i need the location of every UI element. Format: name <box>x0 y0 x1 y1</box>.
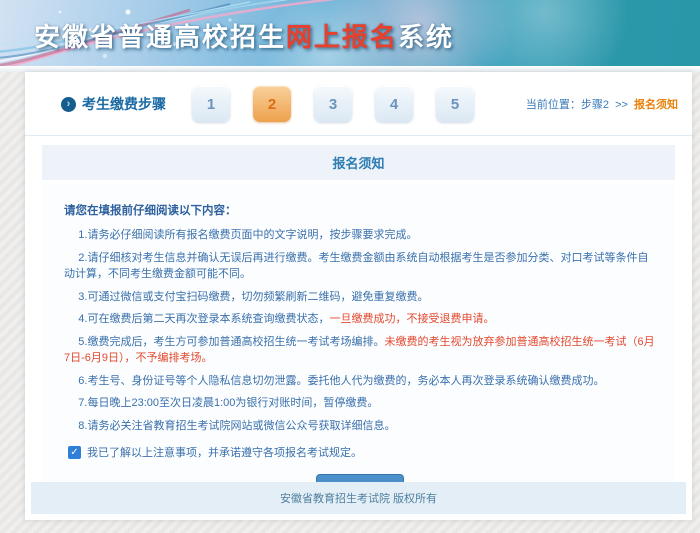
step-box: 3 <box>314 86 352 122</box>
agreement-label: 我已了解以上注意事项，并承诺遵守各项报名考试规定。 <box>87 444 362 460</box>
notice-title: 报名须知 <box>42 145 675 180</box>
notice-item-text: 4.可在缴费后第二天再次登录本系统查询缴费状态， <box>78 313 329 325</box>
notice-item-2: 2.请仔细核对考生信息并确认无误后再进行缴费。考生缴费金额由系统自动根据考生是否… <box>64 250 655 283</box>
notice-item-7: 7.每日晚上23:00至次日凌晨1:00为银行对账时间，暂停缴费。 <box>64 395 655 412</box>
notice-body: 请您在填报前仔细阅读以下内容： 1.请务必仔细阅读所有报名缴费页面中的文字说明，… <box>42 184 675 516</box>
step-indicator: 1 2 3 4 5 <box>192 86 474 122</box>
step-box: 1 <box>192 86 230 122</box>
notice-item-text: 5.缴费完成后，考生方可参加普通高校招生统一考试考场编排。 <box>78 336 384 348</box>
step-box: 2 <box>253 86 291 122</box>
breadcrumb-current: 报名须知 <box>634 99 678 111</box>
page-title: 安徽省普通高校招生网上报名系统 <box>34 17 454 54</box>
title-highlight: 网上报名 <box>286 22 398 52</box>
notice-item-text: 1.请务必仔细阅读所有报名缴费页面中的文字说明，按步骤要求完成。 <box>78 229 417 241</box>
notice-item-text: 6.考生号、身份证号等个人隐私信息切勿泄露。委托他人代为缴费的，务必本人再次登录… <box>78 375 604 387</box>
step-box: 4 <box>375 86 413 122</box>
notice-item-6: 6.考生号、身份证号等个人隐私信息切勿泄露。委托他人代为缴费的，务必本人再次登录… <box>64 373 655 390</box>
step-box: 5 <box>436 86 474 122</box>
page-banner: 安徽省普通高校招生网上报名系统 <box>0 0 700 66</box>
notice-item-text: 2.请仔细核对考生信息并确认无误后再进行缴费。考生缴费金额由系统自动根据考生是否… <box>64 252 648 281</box>
notice-item-text: 3.可通过微信或支付宝扫码缴费，切勿频繁刷新二维码，避免重复缴费。 <box>78 291 428 303</box>
notice-item-text: 8.请务必关注省教育招生考试院网站或微信公众号获取详细信息。 <box>78 420 395 432</box>
breadcrumb-separator: >> <box>615 99 628 111</box>
arrow-circle-icon: › <box>61 97 76 112</box>
notice-intro: 请您在填报前仔细阅读以下内容： <box>64 202 655 218</box>
main-panel: › 考生缴费步骤 1 2 3 4 5 当前位置：步骤2 >> 报名须知 报名须知… <box>25 72 692 520</box>
agreement-row: 我已了解以上注意事项，并承诺遵守各项报名考试规定。 <box>64 444 655 460</box>
notice-item-4: 4.可在缴费后第二天再次登录本系统查询缴费状态，一旦缴费成功，不接受退费申请。 <box>64 311 655 328</box>
breadcrumb-step: 步骤2 <box>581 99 609 111</box>
breadcrumb-label: 当前位置： <box>526 99 581 111</box>
notice-item-8: 8.请务必关注省教育招生考试院网站或微信公众号获取详细信息。 <box>64 418 655 435</box>
title-part1: 安徽省普通高校招生 <box>34 22 286 52</box>
agreement-checkbox[interactable] <box>68 446 81 459</box>
step-section-label-text: 考生缴费步骤 <box>82 94 166 114</box>
notice-item-red-text: 一旦缴费成功，不接受退费申请。 <box>329 313 494 325</box>
notice-item-3: 3.可通过微信或支付宝扫码缴费，切勿频繁刷新二维码，避免重复缴费。 <box>64 289 655 306</box>
title-part2: 系统 <box>398 22 454 52</box>
notice-item-5: 5.缴费完成后，考生方可参加普通高校招生统一考试考场编排。未缴费的考生视为放弃参… <box>64 334 655 367</box>
step-section-label: › 考生缴费步骤 <box>61 94 166 114</box>
notice-item-1: 1.请务必仔细阅读所有报名缴费页面中的文字说明，按步骤要求完成。 <box>64 227 655 244</box>
footer-copyright: 安徽省教育招生考试院 版权所有 <box>31 482 686 514</box>
notice-item-text: 7.每日晚上23:00至次日凌晨1:00为银行对账时间，暂停缴费。 <box>78 397 378 409</box>
breadcrumb: 当前位置：步骤2 >> 报名须知 <box>526 96 678 112</box>
step-bar: › 考生缴费步骤 1 2 3 4 5 当前位置：步骤2 >> 报名须知 <box>25 72 692 136</box>
